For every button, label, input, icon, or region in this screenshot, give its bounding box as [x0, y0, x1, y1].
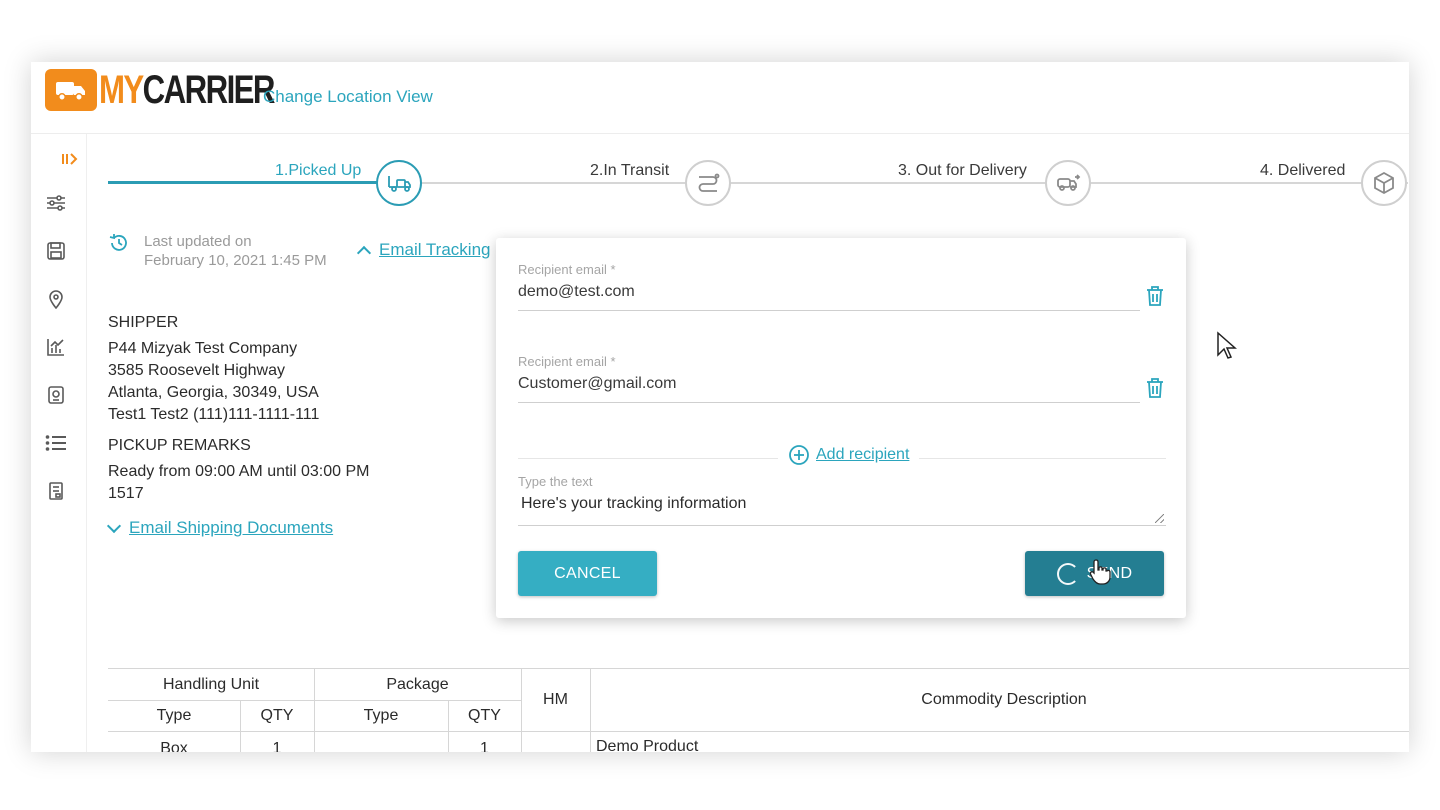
table-cell-hm — [521, 737, 590, 752]
message-label: Type the text — [518, 474, 593, 489]
email-tracking-label: Email Tracking — [379, 240, 491, 259]
step-label-picked-up: 1.Picked Up — [275, 162, 362, 179]
last-updated-value: February 10, 2021 1:45 PM — [144, 252, 327, 269]
resize-handle-icon[interactable] — [1155, 514, 1164, 523]
step-label-delivered: 4. Delivered — [1260, 162, 1346, 179]
pickup-line1: Ready from 09:00 AM until 03:00 PM — [108, 463, 370, 480]
box-icon[interactable] — [1361, 160, 1407, 206]
add-recipient-label: Add recipient — [816, 446, 910, 463]
plus-circle-icon — [789, 445, 809, 465]
clock-history-icon — [109, 234, 127, 251]
location-pin-icon[interactable] — [43, 286, 69, 312]
table-header-package: Package — [386, 675, 449, 693]
receipt-icon[interactable] — [43, 478, 69, 504]
expand-icon[interactable] — [57, 146, 83, 172]
cancel-button-label: CANCEL — [554, 564, 621, 582]
table-header-hm: HM — [543, 691, 568, 708]
email-tracking-popup: Recipient email * demo@test.com Recipien… — [496, 238, 1186, 618]
add-recipient-button[interactable]: Add recipient — [778, 444, 920, 466]
logo-wordmark: MYCARRIER — [99, 68, 275, 112]
shipper-block: SHIPPER P44 Mizyak Test Company 3585 Roo… — [108, 312, 319, 426]
step-label-out-for-delivery: 3. Out for Delivery — [898, 162, 1027, 179]
save-icon[interactable] — [43, 238, 69, 264]
message-value[interactable]: Here's your tracking information — [518, 495, 1166, 513]
sliders-icon[interactable] — [43, 190, 69, 216]
stepper-progress — [108, 181, 398, 184]
cancel-button[interactable]: CANCEL — [518, 551, 657, 596]
document-icon[interactable] — [43, 382, 69, 408]
chevron-down-icon — [106, 518, 122, 534]
truck-logo-icon — [45, 69, 97, 111]
shipper-address1: 3585 Roosevelt Highway — [108, 362, 285, 379]
table-subheader-type: Type — [363, 706, 399, 724]
message-textarea[interactable]: Type the text Here's your tracking infor… — [518, 474, 1166, 526]
recipient-email-value[interactable]: demo@test.com — [518, 283, 1140, 310]
loading-spinner-icon — [1056, 562, 1079, 585]
table-cell-pkg-type — [314, 737, 448, 752]
hand-cursor-icon — [1089, 559, 1111, 585]
table-header-commodity: Commodity Description — [921, 691, 1087, 708]
shipper-address2: Atlanta, Georgia, 30349, USA — [108, 384, 319, 401]
recipient-email-label: Recipient email * — [518, 354, 616, 369]
last-updated: Last updated on February 10, 2021 1:45 P… — [108, 232, 327, 270]
email-shipping-documents-toggle[interactable]: Email Shipping Documents — [106, 518, 334, 538]
delivery-truck-icon[interactable] — [1045, 160, 1091, 206]
table-header-handling-unit: Handling Unit — [162, 675, 260, 693]
chart-icon[interactable] — [43, 334, 69, 360]
freight-table: Handling Unit Package HM Commodity Descr… — [108, 668, 1409, 752]
shipper-heading: SHIPPER — [108, 314, 179, 331]
recipient-email-field-1[interactable]: Recipient email * demo@test.com — [518, 262, 1140, 311]
trash-icon[interactable] — [1144, 376, 1166, 400]
table-subheader-type: Type — [156, 706, 192, 724]
pickup-line2: 1517 — [108, 485, 144, 502]
route-icon[interactable] — [685, 160, 731, 206]
recipient-email-field-2[interactable]: Recipient email * Customer@gmail.com — [518, 354, 1140, 403]
pickup-remarks-block: PICKUP REMARKS Ready from 09:00 AM until… — [108, 435, 369, 505]
table-cell-pkg-qty: 1 — [480, 740, 489, 752]
step-label-in-transit: 2.In Transit — [590, 162, 670, 179]
table-cell-commodity: Demo Product — [596, 738, 699, 752]
pickup-truck-icon[interactable] — [376, 160, 422, 206]
recipient-email-label: Recipient email * — [518, 262, 616, 277]
shipper-contact: Test1 Test2 (111)111-1111-111 — [108, 406, 320, 423]
table-cell-hu-qty: 1 — [272, 740, 282, 752]
email-shipping-documents-label: Email Shipping Documents — [129, 518, 334, 537]
last-updated-label: Last updated on — [144, 233, 252, 250]
table-cell-hu-type: Box — [160, 740, 188, 752]
trash-icon[interactable] — [1144, 284, 1166, 308]
table-subheader-qty: QTY — [468, 706, 501, 724]
recipient-email-value[interactable]: Customer@gmail.com — [518, 375, 1140, 402]
shipper-company: P44 Mizyak Test Company — [108, 340, 298, 357]
top-bar: MYCARRIER Change Location View — [31, 62, 1409, 134]
list-icon[interactable] — [43, 430, 69, 456]
table-subheader-qty: QTY — [260, 706, 294, 724]
change-location-link[interactable]: Change Location View — [263, 87, 433, 107]
app-window: MYCARRIER Change Location View 1.Picked … — [31, 62, 1409, 752]
sidebar — [31, 134, 87, 752]
chevron-up-icon — [356, 245, 372, 261]
pickup-heading: PICKUP REMARKS — [108, 437, 251, 454]
email-tracking-toggle[interactable]: Email Tracking — [356, 240, 491, 261]
mouse-pointer-icon — [1217, 331, 1237, 359]
